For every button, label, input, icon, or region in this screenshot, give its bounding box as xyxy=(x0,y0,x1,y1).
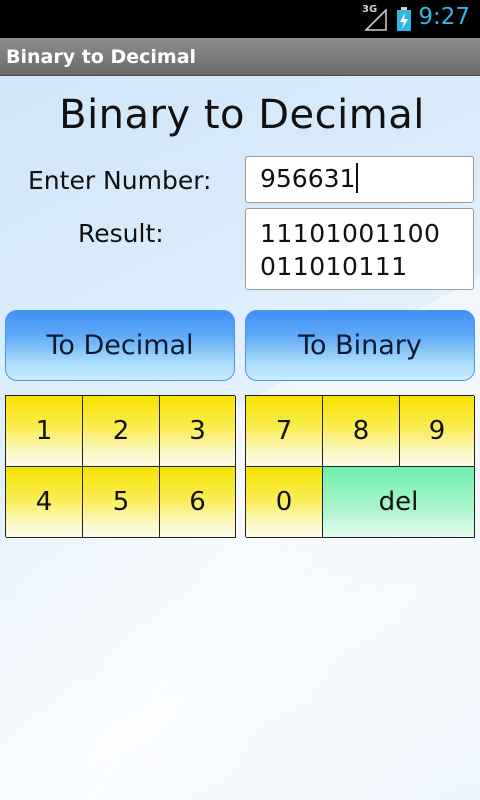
network-type-label: 3G xyxy=(362,4,378,15)
text-caret xyxy=(356,163,359,193)
result-label: Result: xyxy=(78,219,164,248)
delete-key[interactable]: del xyxy=(323,467,475,538)
key-1[interactable]: 1 xyxy=(6,396,83,467)
key-3[interactable]: 3 xyxy=(160,396,236,467)
key-4[interactable]: 4 xyxy=(6,467,83,538)
keypad-right: 7 8 9 0 del xyxy=(245,395,475,538)
app-title: Binary to Decimal xyxy=(6,46,197,68)
keypad-left: 1 2 3 4 5 6 xyxy=(5,395,236,538)
key-9[interactable]: 9 xyxy=(400,396,475,467)
key-2[interactable]: 2 xyxy=(83,396,160,467)
enter-number-label: Enter Number: xyxy=(28,166,212,195)
to-decimal-button[interactable]: To Decimal xyxy=(5,310,235,381)
status-bar: 3G 9:27 xyxy=(0,0,480,38)
main-content: Binary to Decimal Enter Number: 956631 R… xyxy=(0,76,480,800)
number-input-value: 956631 xyxy=(260,164,356,193)
signal-icon: 3G xyxy=(362,4,388,32)
key-7[interactable]: 7 xyxy=(246,396,323,467)
key-6[interactable]: 6 xyxy=(160,467,236,538)
number-input[interactable]: 956631 xyxy=(245,156,474,203)
key-8[interactable]: 8 xyxy=(323,396,400,467)
app-title-bar: Binary to Decimal xyxy=(0,38,480,76)
key-5[interactable]: 5 xyxy=(83,467,160,538)
clock: 9:27 xyxy=(418,4,470,30)
battery-icon xyxy=(396,6,412,32)
page-title: Binary to Decimal xyxy=(59,92,425,138)
to-binary-button[interactable]: To Binary xyxy=(245,310,475,381)
result-field[interactable]: 11101001100 011010111 xyxy=(245,208,474,290)
key-0[interactable]: 0 xyxy=(246,467,323,538)
